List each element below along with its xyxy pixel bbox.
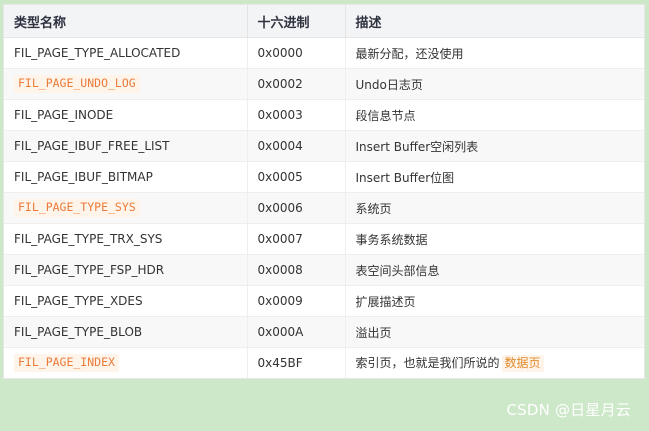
header-type-name: 类型名称 xyxy=(4,5,248,38)
description-text: 索引页，也就是我们所说的 xyxy=(355,356,500,371)
cell-hex: 0x0003 xyxy=(247,99,346,131)
cell-hex: 0x000A xyxy=(247,316,346,348)
type-name-code: FIL_PAGE_TYPE_SYS xyxy=(14,199,140,217)
cell-hex: 0x0008 xyxy=(247,254,346,286)
cell-hex: 0x0002 xyxy=(247,68,346,100)
description-text: Undo日志页 xyxy=(355,77,423,92)
cell-hex: 0x0000 xyxy=(247,37,346,69)
cell-description: Insert Buffer位图 xyxy=(345,161,644,193)
header-description: 描述 xyxy=(345,5,644,38)
cell-description: 溢出页 xyxy=(345,316,644,348)
cell-description: 最新分配，还没使用 xyxy=(345,37,644,69)
description-highlight: 数据页 xyxy=(501,355,544,372)
description-text: 表空间头部信息 xyxy=(355,263,440,278)
table-header: 类型名称 十六进制 描述 xyxy=(4,5,644,38)
cell-description: Insert Buffer空闲列表 xyxy=(345,130,644,162)
cell-type-name: FIL_PAGE_TYPE_SYS xyxy=(4,192,248,224)
table-row: FIL_PAGE_TYPE_TRX_SYS 0x0007 事务系统数据 xyxy=(4,223,644,255)
cell-description: 扩展描述页 xyxy=(345,285,644,317)
cell-description: 事务系统数据 xyxy=(345,223,644,255)
cell-hex: 0x0009 xyxy=(247,285,346,317)
type-name-text: FIL_PAGE_TYPE_XDES xyxy=(14,294,143,308)
header-hex: 十六进制 xyxy=(247,5,346,38)
type-name-code: FIL_PAGE_UNDO_LOG xyxy=(14,75,140,93)
cell-type-name: FIL_PAGE_UNDO_LOG xyxy=(4,68,248,100)
page-type-table: 类型名称 十六进制 描述 FIL_PAGE_TYPE_ALLOCATED 0x00… xyxy=(4,5,644,378)
table-row: FIL_PAGE_IBUF_FREE_LIST 0x0004 Insert Buff… xyxy=(4,130,644,162)
type-name-text: FIL_PAGE_IBUF_BITMAP xyxy=(14,170,153,184)
type-name-text: FIL_PAGE_TYPE_ALLOCATED xyxy=(14,46,181,60)
cell-hex: 0x0005 xyxy=(247,161,346,193)
cell-type-name: FIL_PAGE_TYPE_ALLOCATED xyxy=(4,37,248,69)
cell-description: 表空间头部信息 xyxy=(345,254,644,286)
description-text: Insert Buffer位图 xyxy=(355,170,455,185)
cell-type-name: FIL_PAGE_IBUF_BITMAP xyxy=(4,161,248,193)
cell-hex: 0x0006 xyxy=(247,192,346,224)
type-name-text: FIL_PAGE_IBUF_FREE_LIST xyxy=(14,139,170,153)
cell-hex: 0x0007 xyxy=(247,223,346,255)
table-row: FIL_PAGE_TYPE_SYS 0x0006 系统页 xyxy=(4,192,644,224)
cell-type-name: FIL_PAGE_IBUF_FREE_LIST xyxy=(4,130,248,162)
description-text: Insert Buffer空闲列表 xyxy=(355,139,479,154)
cell-description: Undo日志页 xyxy=(345,68,644,100)
type-name-text: FIL_PAGE_TYPE_FSP_HDR xyxy=(14,263,165,277)
cell-type-name: FIL_PAGE_TYPE_BLOB xyxy=(4,316,248,348)
description-text: 段信息节点 xyxy=(355,108,416,123)
table-row: FIL_PAGE_INODE 0x0003 段信息节点 xyxy=(4,99,644,131)
description-text: 系统页 xyxy=(355,201,392,216)
type-name-text: FIL_PAGE_TYPE_TRX_SYS xyxy=(14,232,163,246)
cell-type-name: FIL_PAGE_INODE xyxy=(4,99,248,131)
cell-description: 段信息节点 xyxy=(345,99,644,131)
table-row: FIL_PAGE_TYPE_BLOB 0x000A 溢出页 xyxy=(4,316,644,348)
table-row: FIL_PAGE_UNDO_LOG 0x0002 Undo日志页 xyxy=(4,68,644,100)
table-row: FIL_PAGE_TYPE_FSP_HDR 0x0008 表空间头部信息 xyxy=(4,254,644,286)
screenshot-root: 类型名称 十六进制 描述 FIL_PAGE_TYPE_ALLOCATED 0x00… xyxy=(0,0,649,431)
type-name-text: FIL_PAGE_INODE xyxy=(14,108,114,122)
table-row: FIL_PAGE_TYPE_ALLOCATED 0x0000 最新分配，还没使用 xyxy=(4,37,644,69)
table-body: FIL_PAGE_TYPE_ALLOCATED 0x0000 最新分配，还没使用 FI… xyxy=(4,37,644,378)
description-text: 溢出页 xyxy=(355,325,392,340)
description-text: 最新分配，还没使用 xyxy=(355,46,464,61)
cell-hex: 0x0004 xyxy=(247,130,346,162)
table-row: FIL_PAGE_INDEX 0x45BF 索引页，也就是我们所说的 数据页 xyxy=(4,347,644,378)
cell-type-name: FIL_PAGE_TYPE_FSP_HDR xyxy=(4,254,248,286)
cell-type-name: FIL_PAGE_TYPE_XDES xyxy=(4,285,248,317)
type-name-text: FIL_PAGE_TYPE_BLOB xyxy=(14,325,143,339)
cell-description: 系统页 xyxy=(345,192,644,224)
header-row: 类型名称 十六进制 描述 xyxy=(4,5,644,38)
table-row: FIL_PAGE_IBUF_BITMAP 0x0005 Insert Buffer位… xyxy=(4,161,644,193)
cell-description: 索引页，也就是我们所说的 数据页 xyxy=(345,347,644,378)
table-row: FIL_PAGE_TYPE_XDES 0x0009 扩展描述页 xyxy=(4,285,644,317)
cell-type-name: FIL_PAGE_INDEX xyxy=(4,347,248,378)
cell-hex: 0x45BF xyxy=(247,347,346,378)
description-text: 扩展描述页 xyxy=(355,294,416,309)
page-type-table-card: 类型名称 十六进制 描述 FIL_PAGE_TYPE_ALLOCATED 0x00… xyxy=(3,4,645,379)
cell-type-name: FIL_PAGE_TYPE_TRX_SYS xyxy=(4,223,248,255)
type-name-code: FIL_PAGE_INDEX xyxy=(14,354,119,372)
description-text: 事务系统数据 xyxy=(355,232,428,247)
watermark-text: CSDN @日星月云 xyxy=(506,401,631,419)
